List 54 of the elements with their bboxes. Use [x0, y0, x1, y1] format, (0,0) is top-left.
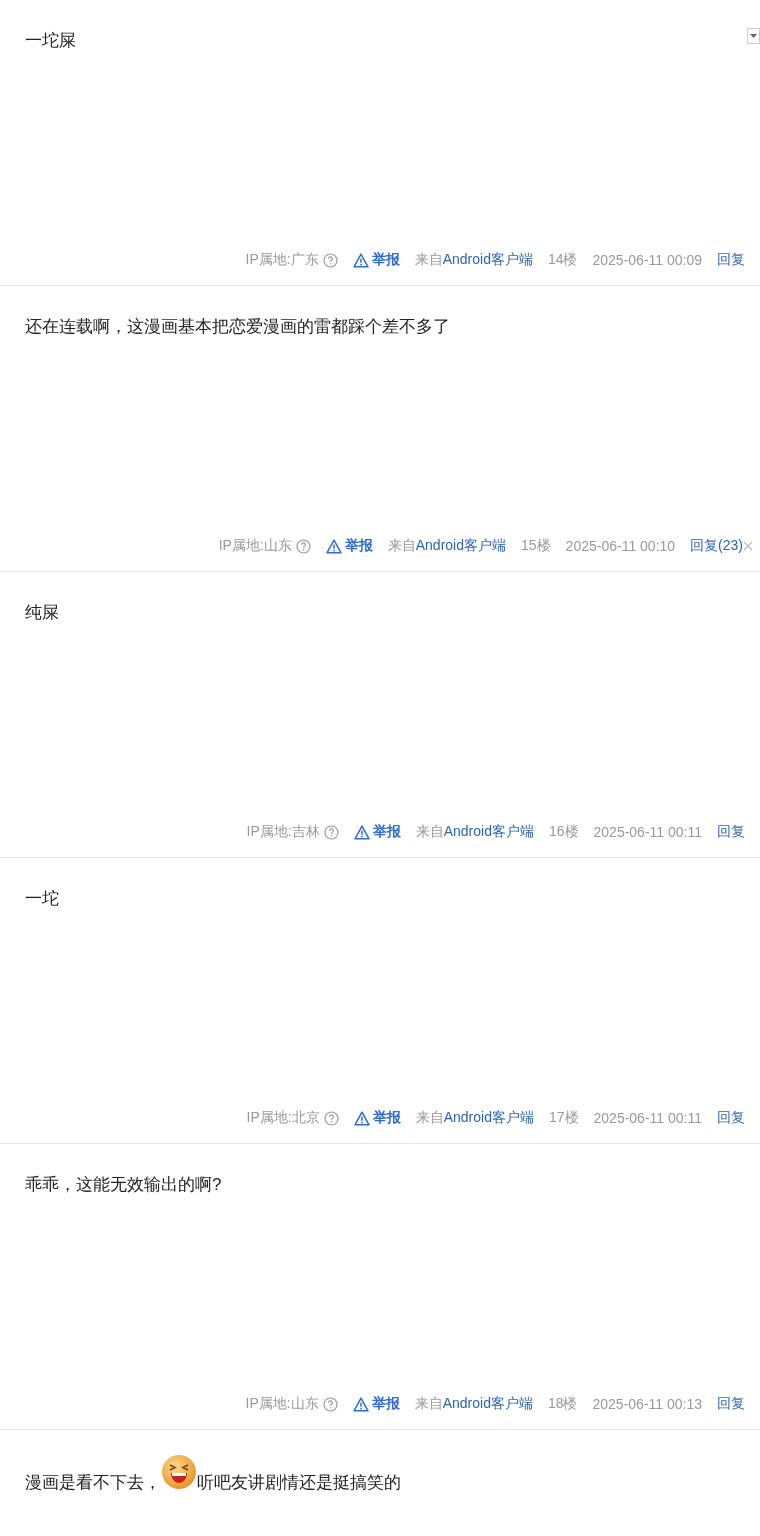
client-link[interactable]: Android客户端 [415, 537, 506, 555]
help-icon[interactable] [322, 252, 338, 268]
post-time: 2025-06-11 00:13 [592, 1396, 702, 1412]
client-link[interactable]: Android客户端 [443, 1109, 534, 1127]
emoji-icon [161, 1454, 197, 1490]
dropdown-icon[interactable] [747, 28, 760, 44]
report-link[interactable]: 举报 [353, 1109, 401, 1127]
source-label: 来自 [414, 1395, 443, 1413]
client-link[interactable]: Android客户端 [442, 1395, 533, 1413]
close-icon[interactable] [743, 541, 753, 551]
help-icon[interactable] [323, 824, 339, 840]
ip-location: IP属地:广东 [245, 251, 319, 269]
report-link[interactable]: 举报 [352, 1395, 400, 1413]
reply-link[interactable]: 回复 [717, 251, 745, 269]
warning-icon [353, 1110, 370, 1126]
post-time: 2025-06-11 00:10 [565, 538, 676, 554]
reply-link[interactable]: 回复(23) [690, 537, 743, 555]
floor-number: 18楼 [547, 1395, 578, 1413]
warning-icon [353, 824, 370, 840]
post-text: 一坨屎 [25, 30, 77, 52]
help-icon[interactable] [295, 538, 311, 554]
post-time: 2025-06-11 00:09 [592, 252, 702, 268]
floor-number: 17楼 [548, 1109, 579, 1127]
ip-location: IP属地:山东 [218, 537, 292, 555]
ip-location: IP属地:山东 [245, 1395, 319, 1413]
floor-number: 15楼 [521, 537, 551, 555]
help-icon[interactable] [322, 1396, 338, 1412]
post-text: 纯屎 [25, 602, 60, 624]
source-label: 来自 [414, 251, 443, 269]
post-text: 一坨 [25, 888, 60, 910]
reply-link[interactable]: 回复 [717, 1395, 745, 1413]
report-link[interactable]: 举报 [353, 823, 401, 841]
post-text: 漫画是看不下去， 听吧友讲剧情还是挺搞笑的 [25, 1454, 745, 1496]
report-link[interactable]: 举报 [325, 537, 373, 555]
source-label: 来自 [387, 537, 416, 555]
floor-number: 16楼 [548, 823, 579, 841]
warning-icon [352, 1396, 369, 1412]
help-icon[interactable] [323, 1110, 339, 1126]
warning-icon [325, 538, 342, 554]
client-link[interactable]: Android客户端 [443, 823, 534, 841]
source-label: 来自 [415, 823, 444, 841]
post-time: 2025-06-11 00:11 [593, 824, 702, 840]
report-link[interactable]: 举报 [352, 251, 400, 269]
reply-link[interactable]: 回复 [717, 1109, 745, 1127]
post-text: 乖乖，这能无效输出的啊? [25, 1174, 223, 1196]
client-link[interactable]: Android客户端 [442, 251, 533, 269]
ip-location: IP属地:吉林 [246, 823, 320, 841]
ip-location: IP属地:北京 [246, 1109, 320, 1127]
floor-number: 14楼 [547, 251, 578, 269]
warning-icon [352, 252, 369, 268]
post-text: 还在连载啊，这漫画基本把恋爱漫画的雷都踩个差不多了 [25, 316, 451, 338]
post-time: 2025-06-11 00:11 [593, 1110, 702, 1126]
reply-link[interactable]: 回复 [717, 823, 745, 841]
source-label: 来自 [415, 1109, 444, 1127]
